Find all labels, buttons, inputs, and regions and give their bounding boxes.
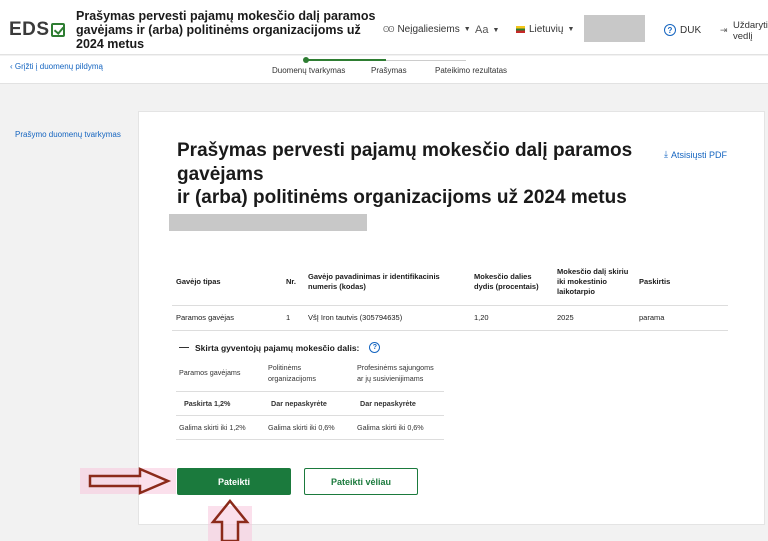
logo-text: EDS — [9, 19, 50, 40]
redacted-user-info — [584, 15, 645, 42]
table-cell: parama — [635, 305, 728, 331]
allocation-status-row: Paskirta 1,2% Dar nepaskyrėte Dar nepask… — [176, 391, 444, 416]
table-cell: VšĮ Iron tautvis (305794635) — [304, 305, 470, 331]
page-title: Prašymas pervesti pajamų mokesčio dalį p… — [76, 9, 376, 51]
stepper-bar: ‹ Grįžti į duomenų pildymą Duomenų tvark… — [0, 56, 768, 84]
accessibility-label: Neįgaliesiems — [397, 24, 460, 35]
lithuania-flag-icon — [516, 26, 525, 33]
submit-later-button[interactable]: Pateikti vėliau — [304, 468, 418, 495]
sidebar-item-data-management[interactable]: Prašymo duomenų tvarkymas — [15, 130, 121, 139]
status-not-assigned: Dar nepaskyrėte — [265, 391, 354, 416]
back-label: Grįžti į duomenų pildymą — [14, 62, 103, 71]
status-not-assigned: Dar nepaskyrėte — [354, 391, 444, 416]
annotation-arrow-up-icon — [208, 499, 252, 541]
table-cell: Paramos gavėjas — [172, 305, 282, 331]
exit-icon: ⇥ — [720, 25, 728, 35]
top-header: EDS Prašymas pervesti pajamų mokesčio da… — [0, 0, 768, 55]
table-cell: 1,20 — [470, 305, 553, 331]
language-menu[interactable]: Lietuvių ▼ — [516, 24, 574, 35]
font-size-label: Aa — [475, 24, 489, 36]
column-header: Mokesčio dalį skiriu iki mokestinio laik… — [553, 259, 635, 306]
allocation-column-header: Paramos gavėjams — [176, 355, 265, 392]
download-icon: ⤓ — [664, 149, 668, 159]
document-title-line2: ir (arba) politinėms organizacijoms už 2… — [177, 187, 627, 208]
recipients-table: Gavėjo tipas Nr. Gavėjo pavadinimas ir i… — [172, 259, 728, 331]
submit-button[interactable]: Pateikti — [177, 468, 291, 495]
allocation-section-toggle[interactable]: — Skirta gyventojų pajamų mokesčio dalis… — [179, 342, 381, 353]
application-card: Prašymas pervesti pajamų mokesčio dalį p… — [138, 111, 765, 525]
table-header-row: Gavėjo tipas Nr. Gavėjo pavadinimas ir i… — [172, 259, 728, 306]
allocation-table: Paramos gavėjams Politinėms organizacijo… — [176, 355, 444, 440]
chevron-down-icon: ▼ — [463, 26, 471, 33]
column-header: Gavėjo tipas — [172, 259, 282, 306]
limit-text: Galima skirti iki 0,6% — [265, 415, 354, 440]
column-header: Mokesčio dalies dydis (procentais) — [470, 259, 553, 306]
question-icon: ? — [664, 24, 676, 36]
progress-dot — [303, 57, 309, 63]
chevron-down-icon: ▼ — [492, 26, 500, 34]
step-data-management: Duomenų tvarkymas — [272, 66, 346, 75]
allocation-header-row: Paramos gavėjams Politinėms organizacijo… — [176, 355, 444, 392]
accessibility-menu[interactable]: ʘʘ Neįgaliesiems ▼ — [383, 24, 471, 35]
help-label: DUK — [680, 24, 702, 36]
limit-text: Galima skirti iki 0,6% — [354, 415, 444, 440]
allocation-column-header: Profesinėms sąjungoms ar jų susivienijim… — [354, 355, 444, 392]
table-cell: 2025 — [553, 305, 635, 331]
step-submission-result: Pateikimo rezultatas — [435, 66, 508, 75]
column-header: Gavėjo pavadinimas ir identifikacinis nu… — [304, 259, 470, 306]
annotation-arrow-right-icon — [80, 467, 176, 495]
collapse-icon: — — [179, 342, 189, 353]
close-wizard-button[interactable]: Uždaryti vedlį — [733, 20, 768, 42]
font-size-menu[interactable]: Aa ▼ — [475, 24, 499, 36]
table-cell: 1 — [282, 305, 304, 331]
limit-text: Galima skirti iki 1,2% — [176, 415, 265, 440]
question-icon[interactable]: ? — [369, 342, 381, 353]
allocation-limit-row: Galima skirti iki 1,2% Galima skirti iki… — [176, 415, 444, 440]
allocation-column-header: Politinėms organizacijoms — [265, 355, 354, 392]
download-pdf-link[interactable]: ⤓ Atsisiųsti PDF — [664, 149, 727, 160]
table-row: Paramos gavėjas 1 VšĮ Iron tautvis (3057… — [172, 305, 728, 331]
status-assigned: Paskirta 1,2% — [176, 391, 265, 416]
language-label: Lietuvių — [529, 24, 564, 35]
eds-logo[interactable]: EDS — [9, 19, 65, 41]
help-link[interactable]: ? DUK — [664, 24, 701, 36]
progress-line-active — [306, 59, 386, 61]
back-link[interactable]: ‹ Grįžti į duomenų pildymą — [10, 62, 103, 71]
step-application: Prašymas — [371, 66, 407, 75]
column-header: Nr. — [282, 259, 304, 306]
document-title: Prašymas pervesti pajamų mokesčio dalį p… — [177, 139, 657, 210]
chevron-down-icon: ▼ — [567, 26, 575, 33]
download-pdf-label: Atsisiųsti PDF — [670, 149, 727, 160]
redacted-applicant-info — [169, 214, 367, 231]
accessibility-icon: ʘʘ — [383, 25, 394, 34]
allocation-heading: Skirta gyventojų pajamų mokesčio dalis: — [195, 342, 360, 353]
logo-check-icon — [50, 23, 65, 37]
document-title-line1: Prašymas pervesti pajamų mokesčio dalį p… — [177, 140, 633, 185]
column-header: Paskirtis — [635, 259, 728, 306]
